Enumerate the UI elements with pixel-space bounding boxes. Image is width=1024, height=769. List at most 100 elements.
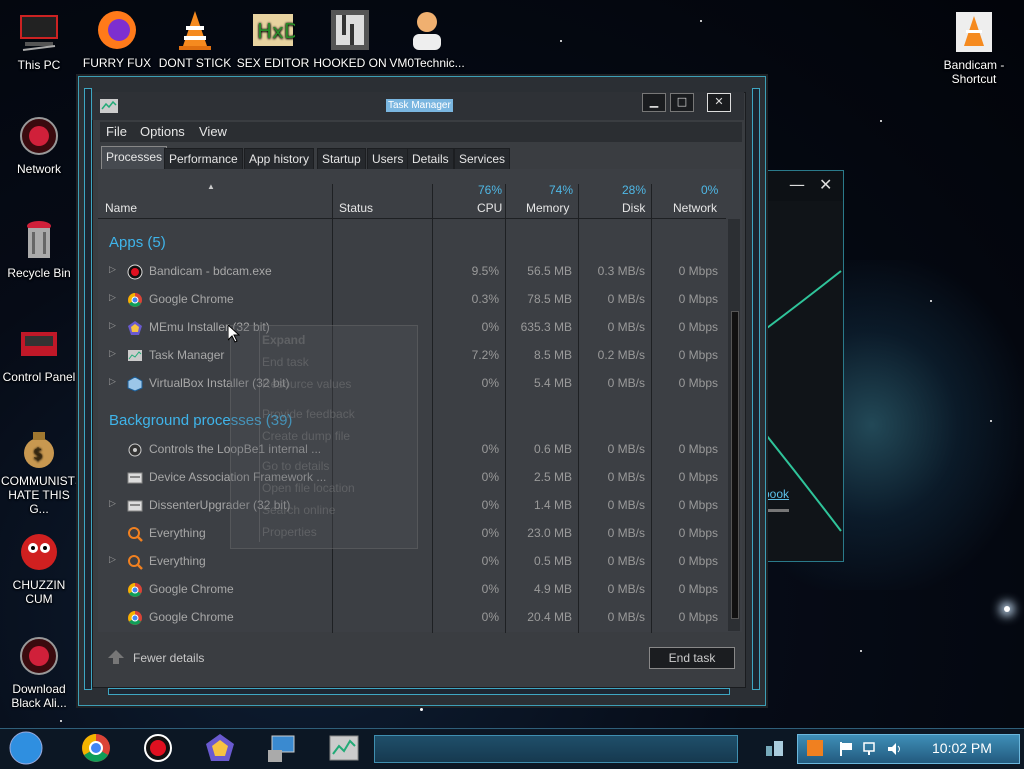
tab-performance[interactable]: Performance <box>164 148 243 170</box>
column-header-disk[interactable]: Disk <box>622 201 645 215</box>
process-cpu: 0% <box>481 498 499 512</box>
close-button[interactable]: ✕ <box>819 175 832 194</box>
tab-startup[interactable]: Startup <box>317 148 366 170</box>
star <box>60 720 62 722</box>
process-name: Google Chrome <box>149 610 234 624</box>
process-network: 0 Mbps <box>678 582 718 596</box>
context-item-go-to-details[interactable]: Go to details <box>262 459 329 473</box>
tab-app-history[interactable]: App history <box>244 148 315 170</box>
desktop-icon-sex-editor[interactable]: HxD SEX EDITOR <box>235 8 311 70</box>
memu-icon <box>128 321 142 335</box>
context-item-provide-feedback[interactable]: Provide feedback <box>262 407 355 421</box>
expand-arrow-icon[interactable]: ▷ <box>109 265 116 275</box>
star <box>560 40 562 42</box>
tab-users[interactable]: Users <box>367 148 409 170</box>
process-row[interactable]: ▷ Bandicam - bdcam.exe 9.5% 56.5 MB 0.3 MB/s… <box>98 258 726 286</box>
expand-arrow-icon[interactable]: ▷ <box>109 349 116 359</box>
context-item-create-dump[interactable]: Create dump file <box>262 429 350 443</box>
end-task-button[interactable]: End task <box>649 647 735 669</box>
process-cpu: 0% <box>481 442 499 456</box>
process-network: 0 Mbps <box>678 610 718 624</box>
taskbar-clock[interactable]: 10:02 PM <box>932 740 992 756</box>
desktop-icon-communists[interactable]: $ COMMUNISTS HATE THIS G... <box>1 426 83 516</box>
expand-arrow-icon[interactable]: ▷ <box>109 377 116 387</box>
background-window[interactable]: — ✕ pook <box>762 170 844 562</box>
desktop-icon-control-panel[interactable]: Control Panel <box>1 322 77 384</box>
process-cpu: 0.3% <box>471 292 499 306</box>
fewer-details-link[interactable]: Fewer details <box>133 651 204 665</box>
desktop-icon-download-black[interactable]: Download Black Ali... <box>1 634 77 710</box>
expand-arrow-icon[interactable]: ▷ <box>109 321 116 331</box>
mouse-cursor-icon <box>228 325 240 343</box>
fewer-details-arrow-icon[interactable] <box>108 650 124 664</box>
show-windows-icon[interactable] <box>764 738 786 758</box>
start-orb-icon[interactable] <box>7 731 45 765</box>
vlc-cone-icon <box>179 11 211 50</box>
context-item-end-task[interactable]: End task <box>262 355 309 369</box>
tab-processes[interactable]: Processes <box>101 146 168 170</box>
minimize-button[interactable]: — <box>789 175 805 194</box>
process-row[interactable]: Google Chrome 0% 20.4 MB 0 MB/s 0 Mbps <box>98 604 726 632</box>
menu-file[interactable]: File <box>106 124 127 139</box>
close-button[interactable]: ✕ <box>707 93 731 112</box>
bandicam-taskbar-icon[interactable] <box>140 732 176 764</box>
chrome-icon <box>128 583 142 597</box>
everything-icon <box>128 527 143 542</box>
context-item-search-online[interactable]: Search online <box>262 503 335 517</box>
menu-options[interactable]: Options <box>140 124 185 139</box>
chrome-taskbar-icon[interactable] <box>78 732 114 764</box>
tab-details[interactable]: Details <box>407 148 454 170</box>
minimize-button[interactable]: ▁ <box>642 93 666 112</box>
desktop-icon-label: This PC <box>17 58 61 72</box>
process-row[interactable]: ▷ Google Chrome 0.3% 78.5 MB 0 MB/s 0 Mbps <box>98 286 726 314</box>
task-manager-taskbar-icon[interactable] <box>326 732 362 764</box>
process-memory: 635.3 MB <box>520 320 572 334</box>
context-item-resource-values[interactable]: Resource values <box>262 377 351 391</box>
desktop-icon-vm0technic[interactable]: VM0Technic... <box>389 8 465 70</box>
process-row[interactable]: ▷ Everything 0% 0.5 MB 0 MB/s 0 Mbps <box>98 548 726 576</box>
orange-app-tray-icon[interactable] <box>806 739 824 757</box>
desktop-icon-bandicam-shortcut[interactable]: Bandicam - Shortcut <box>936 10 1012 86</box>
desktop-icon-label: COMMUNISTS HATE THIS G... <box>1 474 83 516</box>
network-orb-icon <box>20 117 58 155</box>
column-header-status[interactable]: Status <box>339 201 373 215</box>
memu-taskbar-icon[interactable] <box>202 732 238 764</box>
menu-view[interactable]: View <box>199 124 227 139</box>
process-memory: 20.4 MB <box>527 610 572 624</box>
vertical-scrollbar[interactable] <box>728 219 740 631</box>
installer-taskbar-icon[interactable] <box>264 732 300 764</box>
maximize-button[interactable]: □ <box>670 93 694 112</box>
flag-icon[interactable] <box>838 741 854 757</box>
desktop-icon-label: Control Panel <box>2 370 76 384</box>
volume-icon[interactable] <box>886 741 904 757</box>
column-header-memory[interactable]: Memory <box>526 201 569 215</box>
desktop-icon-dont-stick[interactable]: DONT STICK <box>157 8 233 70</box>
tab-services[interactable]: Services <box>454 148 511 170</box>
expand-arrow-icon[interactable]: ▷ <box>109 293 116 303</box>
desktop-icon-chuzzin[interactable]: CHUZZIN CUM <box>1 530 77 606</box>
memory-usage-percent: 74% <box>549 183 574 197</box>
svg-text:$: $ <box>33 444 43 463</box>
process-network: 0 Mbps <box>678 554 718 568</box>
process-disk: 0 MB/s <box>607 320 645 334</box>
column-header-name[interactable]: Name <box>105 201 137 215</box>
network-tray-icon[interactable] <box>862 741 880 757</box>
star <box>990 420 992 422</box>
process-network: 0 Mbps <box>678 526 718 540</box>
desktop-icon-hooked-on[interactable]: HOOKED ON <box>312 8 388 70</box>
process-cpu: 0% <box>481 320 499 334</box>
desktop-icon-network[interactable]: Network <box>1 114 77 176</box>
desktop-icon-recycle-bin[interactable]: Recycle Bin <box>1 218 77 280</box>
context-item-open-file-location[interactable]: Open file location <box>262 481 355 495</box>
close-icon: ✕ <box>714 95 724 108</box>
context-item-expand[interactable]: Expand <box>262 333 305 347</box>
column-header-cpu[interactable]: CPU <box>477 201 502 215</box>
desktop-icon-furry-fux[interactable]: FURRY FUX <box>79 8 155 70</box>
desktop-icon-this-pc[interactable]: This PC <box>1 10 77 72</box>
expand-arrow-icon[interactable]: ▷ <box>109 555 116 565</box>
column-header-network[interactable]: Network <box>673 201 717 215</box>
context-item-properties[interactable]: Properties <box>262 525 317 539</box>
process-row[interactable]: Google Chrome 0% 4.9 MB 0 MB/s 0 Mbps <box>98 576 726 604</box>
scrollbar-thumb[interactable] <box>731 311 739 619</box>
expand-arrow-icon[interactable]: ▷ <box>109 499 116 509</box>
